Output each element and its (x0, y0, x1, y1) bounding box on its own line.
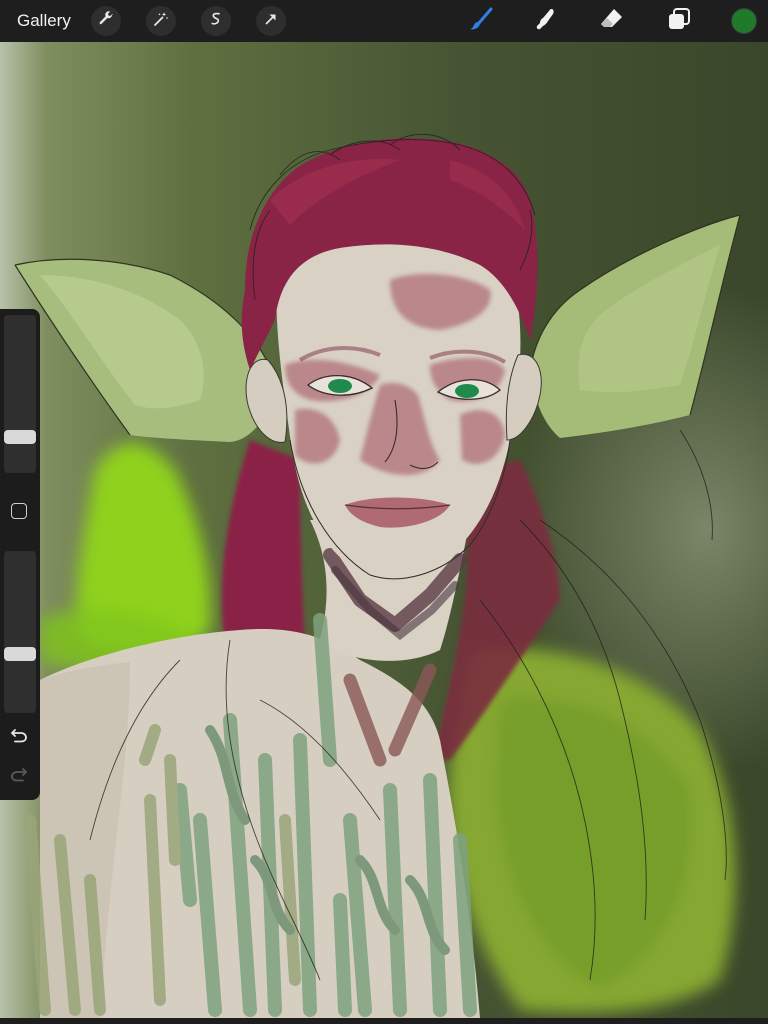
selection-button[interactable] (201, 6, 231, 36)
eraser-icon (599, 6, 625, 37)
wrench-icon (97, 10, 115, 33)
color-swatch[interactable] (731, 8, 757, 34)
opacity-thumb[interactable] (4, 647, 36, 661)
artwork (0, 42, 768, 1018)
top-toolbar: Gallery (0, 0, 768, 42)
left-sidebar (0, 309, 40, 800)
layers-icon (666, 6, 692, 37)
magic-wand-icon (152, 10, 170, 33)
brush-size-thumb[interactable] (4, 430, 36, 444)
redo-icon (9, 764, 29, 789)
brush-icon (468, 6, 494, 37)
undo-icon (9, 725, 29, 750)
drawing-canvas[interactable] (0, 42, 768, 1018)
smudge-tool-button[interactable] (531, 6, 561, 36)
opacity-slider[interactable] (4, 551, 36, 713)
brush-size-slider[interactable] (4, 315, 36, 473)
transform-button[interactable] (256, 6, 286, 36)
gallery-button[interactable]: Gallery (17, 10, 71, 32)
brush-tool-button[interactable] (466, 6, 496, 36)
square-modify-icon[interactable] (11, 503, 27, 519)
canvas-bottom-edge (0, 1018, 768, 1024)
undo-button[interactable] (8, 726, 30, 748)
layers-button[interactable] (664, 6, 694, 36)
selection-s-icon (207, 10, 225, 33)
arrow-cursor-icon (262, 10, 280, 33)
actions-button[interactable] (91, 6, 121, 36)
adjustments-button[interactable] (146, 6, 176, 36)
eraser-tool-button[interactable] (597, 6, 627, 36)
procreate-app: Gallery (0, 0, 768, 1024)
smudge-finger-icon (533, 6, 559, 37)
redo-button[interactable] (8, 765, 30, 787)
